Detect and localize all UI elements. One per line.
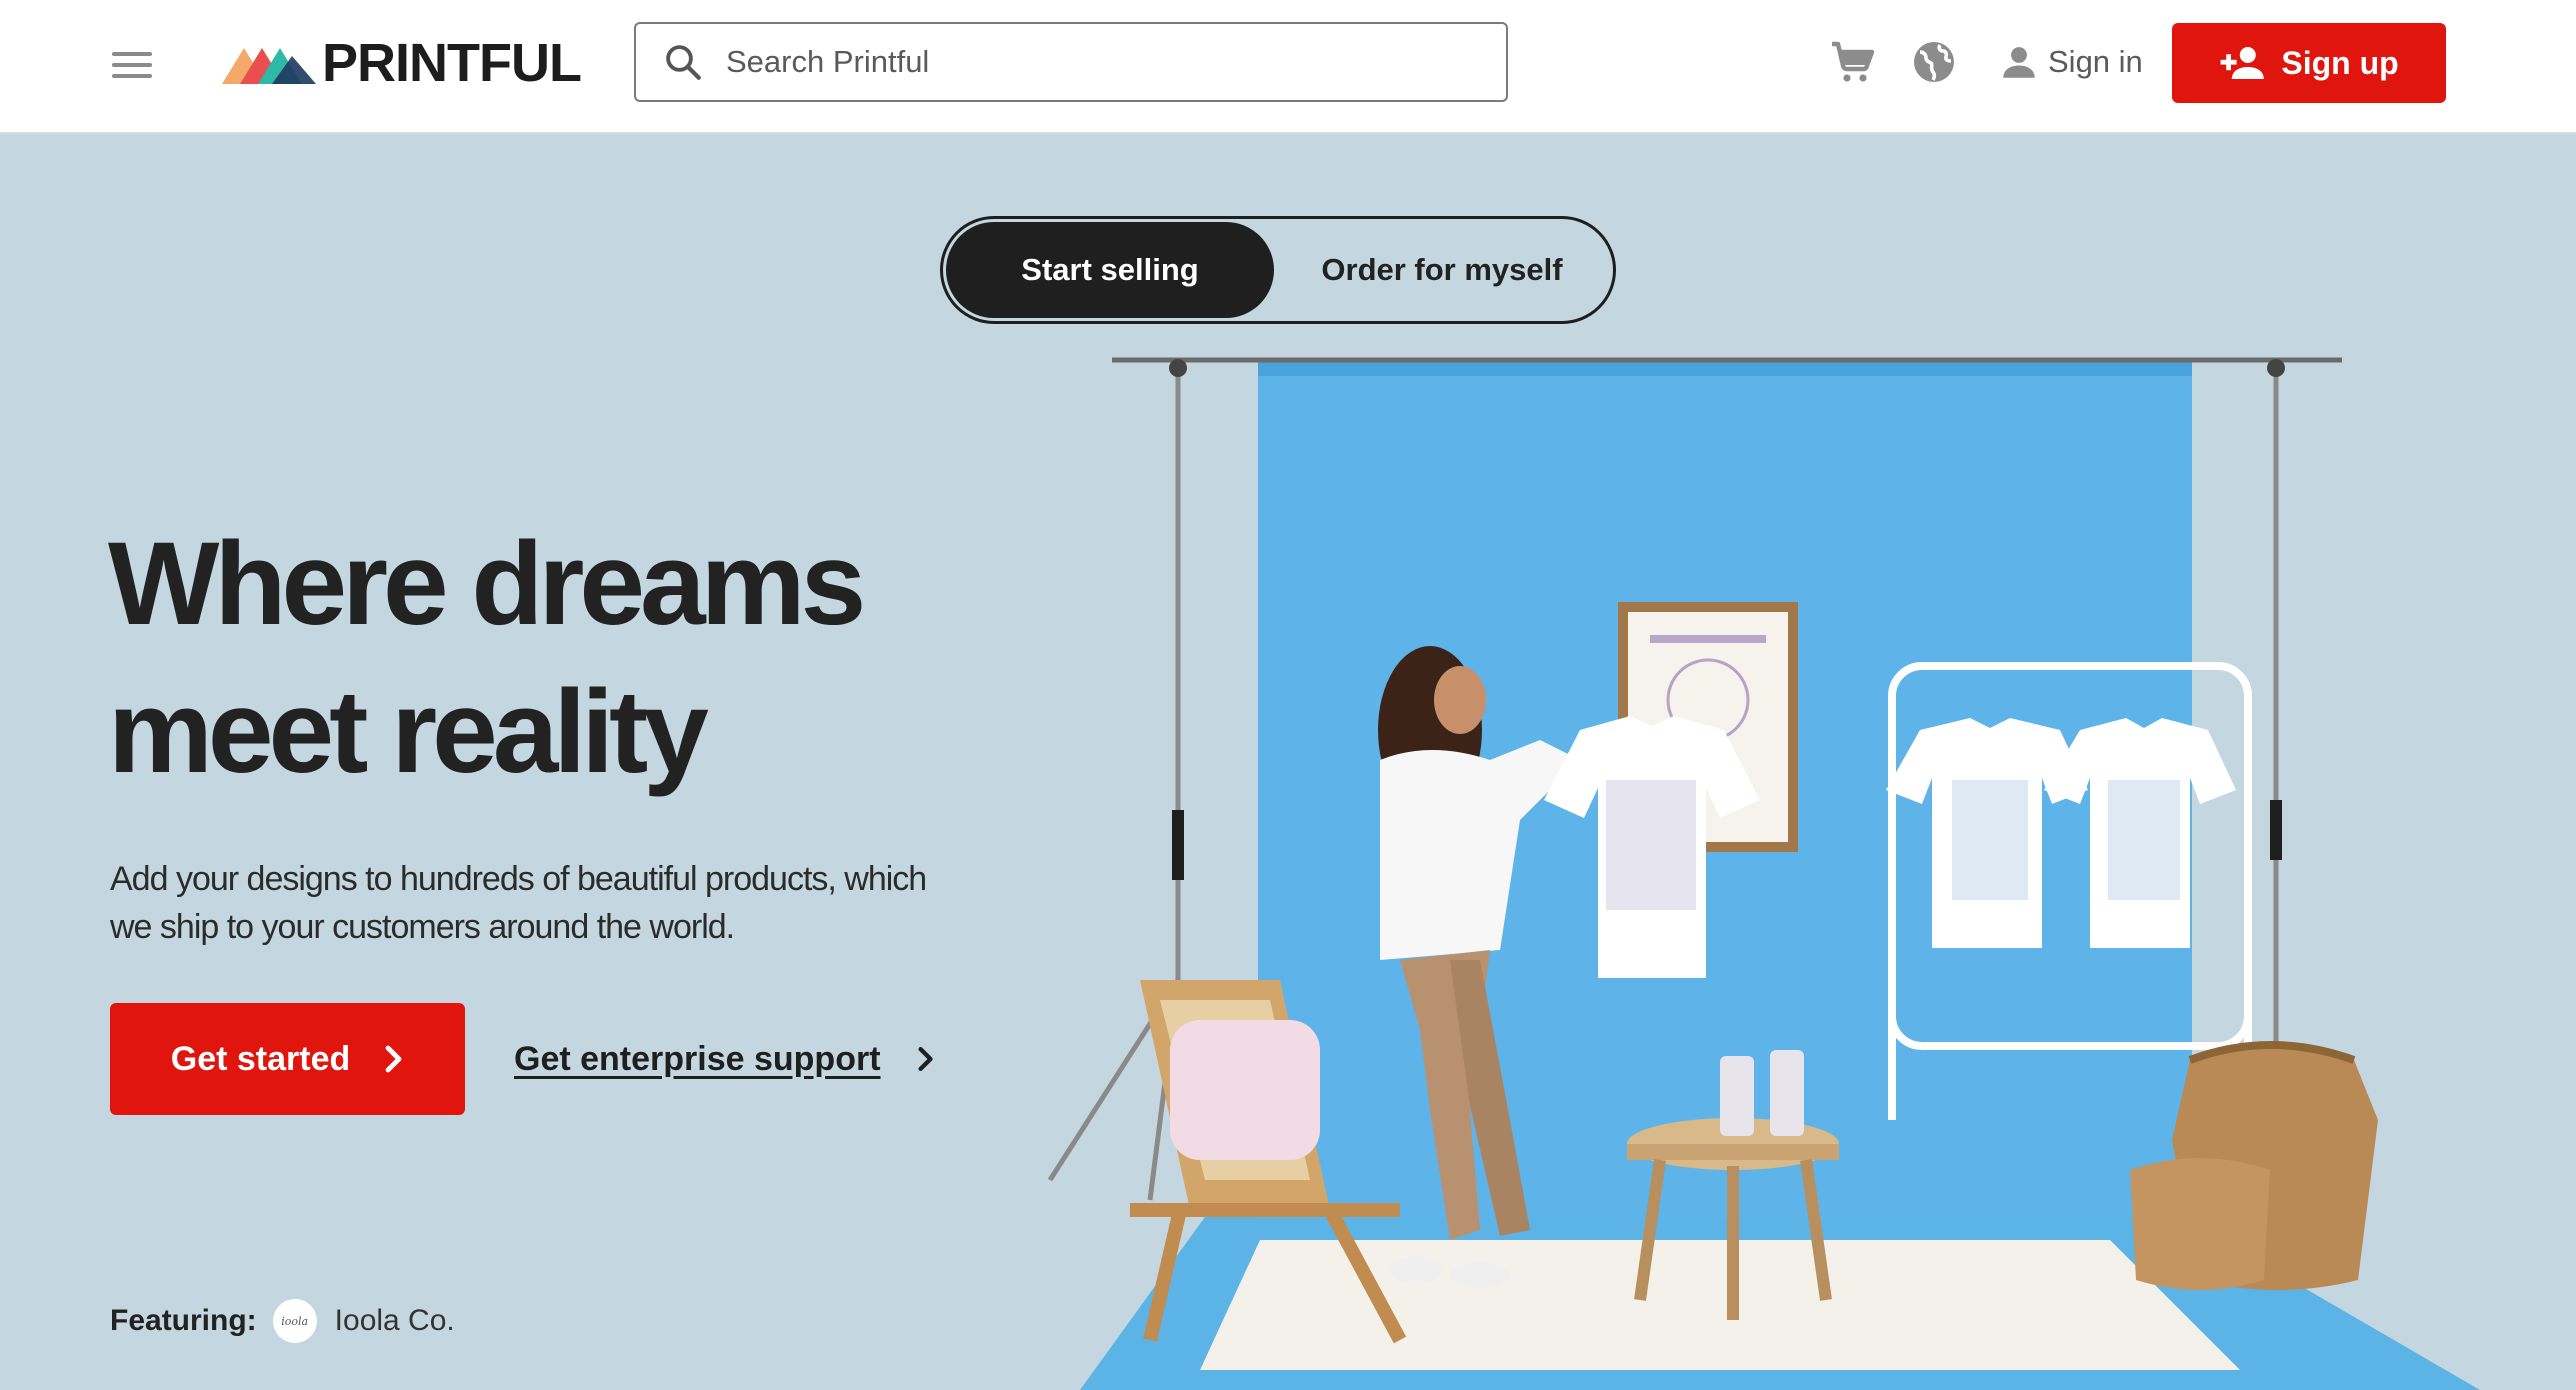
hero-photo xyxy=(1047,357,2480,1390)
sign-in-label: Sign in xyxy=(2048,44,2143,79)
add-user-icon xyxy=(2220,47,2265,79)
featuring-brand-name: Ioola Co. xyxy=(334,1304,455,1337)
chevron-right-icon xyxy=(917,1046,933,1072)
woven-basket-small xyxy=(2130,1158,2270,1290)
search-bar[interactable] xyxy=(634,22,1508,102)
get-started-label: Get started xyxy=(170,1039,351,1078)
headline-line-1: Where dreams xyxy=(108,518,866,650)
sign-in-link[interactable]: Sign in xyxy=(1998,34,2143,90)
enterprise-support-label: Get enterprise support xyxy=(514,1039,881,1078)
subcopy-line-1: Add your designs to hundreds of beautifu… xyxy=(110,860,927,898)
cart-icon[interactable] xyxy=(1828,38,1876,86)
brand-logo: ioola xyxy=(272,1299,317,1343)
featuring-label: Featuring: xyxy=(110,1304,257,1337)
search-icon xyxy=(666,45,701,80)
subcopy-line-2: we ship to your customers around the wor… xyxy=(110,908,735,946)
globe-icon[interactable] xyxy=(1910,38,1958,86)
printful-logo[interactable]: PRINTFUL xyxy=(222,33,582,93)
hero-headline: Where dreams meet reality xyxy=(108,510,1008,806)
menu-icon[interactable] xyxy=(112,46,156,82)
sign-up-label: Sign up xyxy=(2281,44,2399,81)
search-input[interactable] xyxy=(724,43,1488,81)
site-header: PRINTFUL Sign in Sign up xyxy=(0,0,2576,134)
pillow xyxy=(1170,1020,1320,1160)
logo-mark-icon xyxy=(222,48,316,84)
tab-order-for-myself[interactable]: Order for myself xyxy=(1274,222,1610,318)
headline-line-2: meet reality xyxy=(108,666,709,798)
chevron-right-icon xyxy=(385,1045,402,1073)
tab-start-selling[interactable]: Start selling xyxy=(946,222,1274,318)
sign-up-button[interactable]: Sign up xyxy=(2172,23,2446,103)
tumbler-1 xyxy=(1720,1056,1754,1136)
featuring-credit: Featuring: ioola Ioola Co. xyxy=(110,1298,455,1344)
user-icon xyxy=(2003,47,2035,78)
audience-toggle[interactable]: Start selling Order for myself xyxy=(940,216,1616,324)
tumbler-2 xyxy=(1770,1050,1804,1136)
hero-subcopy: Add your designs to hundreds of beautifu… xyxy=(110,855,950,951)
logo-text: PRINTFUL xyxy=(322,33,582,93)
get-started-button[interactable]: Get started xyxy=(110,1003,465,1115)
right-light-stand xyxy=(2267,359,2285,1060)
enterprise-support-link[interactable]: Get enterprise support xyxy=(514,1036,935,1082)
